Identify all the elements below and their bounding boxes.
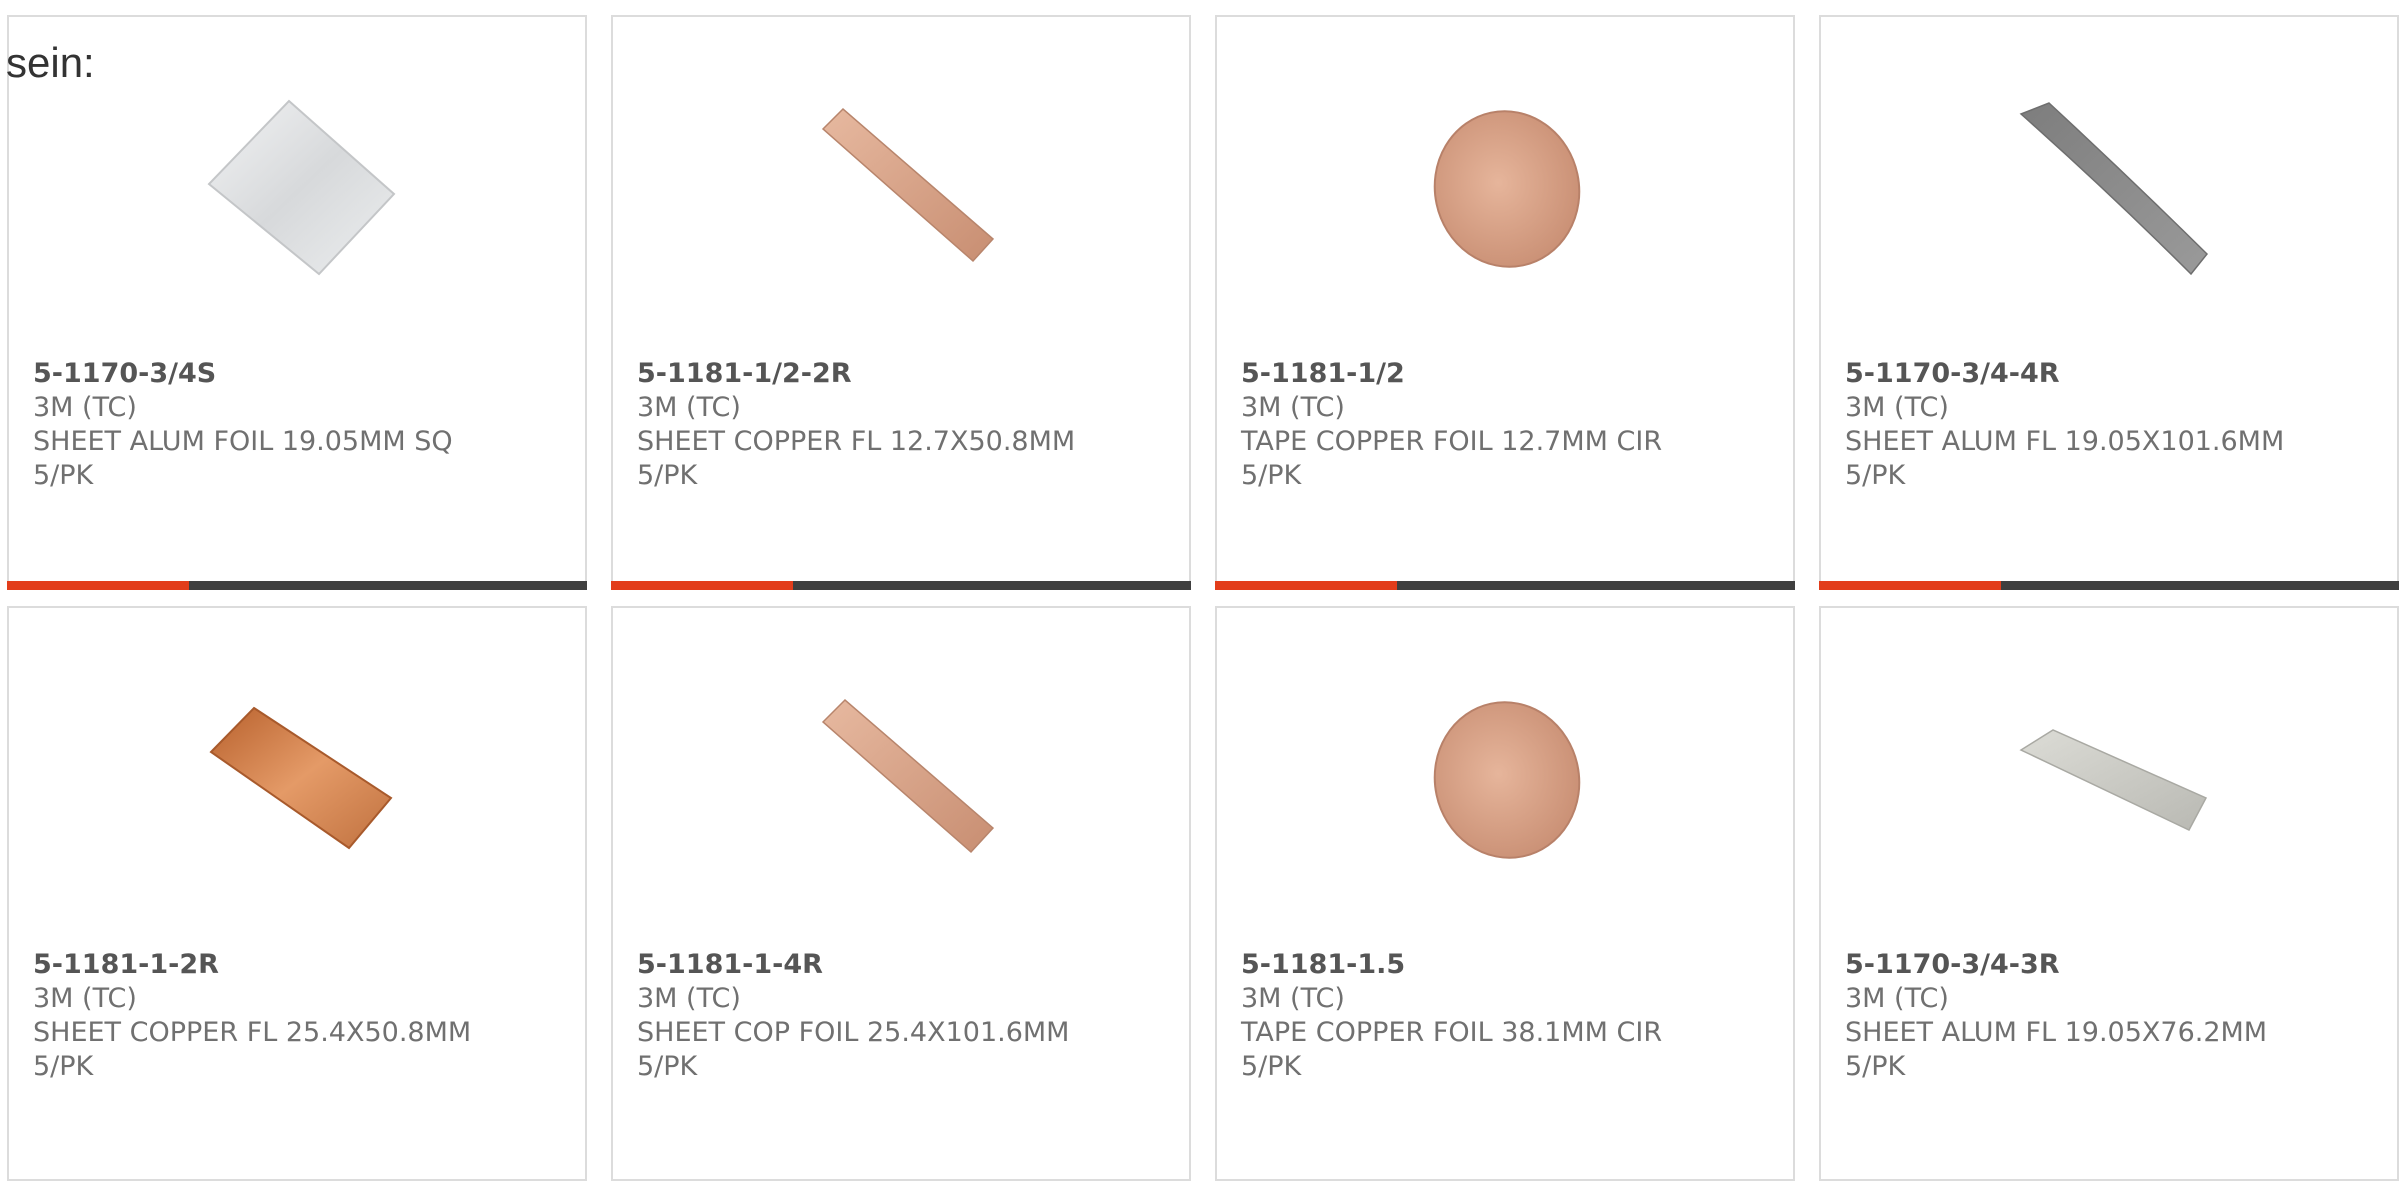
packaging: 5/PK <box>33 1051 94 1082</box>
product-card[interactable]: 5-1181-1-2R 3M (TC) SHEET COPPER FL 25.4… <box>7 606 587 1181</box>
description: TAPE COPPER FOIL 38.1MM CIR <box>1241 1017 1663 1048</box>
description: SHEET COPPER FL 25.4X50.8MM <box>33 1017 472 1048</box>
aluminum-strip-icon <box>2011 680 2211 880</box>
brand: 3M (TC) <box>1241 392 1345 423</box>
copper-rect-sheet-icon <box>199 680 399 880</box>
product-card[interactable]: 5-1181-1/2-2R 3M (TC) SHEET COPPER FL 12… <box>611 15 1191 590</box>
aluminum-square-sheet-icon <box>199 89 399 289</box>
product-card[interactable]: 5-1181-1/2 3M (TC) TAPE COPPER FOIL 12.7… <box>1215 15 1795 590</box>
part-number: 5-1181-1-4R <box>637 949 823 980</box>
packaging: 5/PK <box>637 460 698 491</box>
part-number: 5-1170-3/4-4R <box>1845 358 2060 389</box>
product-card[interactable]: 5-1181-1-4R 3M (TC) SHEET COP FOIL 25.4X… <box>611 606 1191 1181</box>
part-number: 5-1181-1/2-2R <box>637 358 852 389</box>
description: SHEET COPPER FL 12.7X50.8MM <box>637 426 1076 457</box>
product-grid: 5-1170-3/4S 3M (TC) SHEET ALUM FOIL 19.0… <box>0 0 2400 1181</box>
brand: 3M (TC) <box>1845 392 1949 423</box>
description: SHEET ALUM FOIL 19.05MM SQ <box>33 426 453 457</box>
description: SHEET ALUM FL 19.05X76.2MM <box>1845 1017 2268 1048</box>
copper-strip-icon <box>803 89 1003 289</box>
packaging: 5/PK <box>1845 460 1906 491</box>
card-footer-bar <box>7 581 587 590</box>
brand: 3M (TC) <box>637 983 741 1014</box>
aluminum-strip-icon <box>2011 89 2211 289</box>
packaging: 5/PK <box>33 460 94 491</box>
part-number: 5-1181-1-2R <box>33 949 219 980</box>
part-number: 5-1181-1.5 <box>1241 949 1406 980</box>
copper-disc-icon <box>1407 680 1607 880</box>
product-card[interactable]: 5-1170-3/4-3R 3M (TC) SHEET ALUM FL 19.0… <box>1819 606 2399 1181</box>
description: SHEET ALUM FL 19.05X101.6MM <box>1845 426 2285 457</box>
intro-text: sein: <box>6 39 95 86</box>
part-number: 5-1181-1/2 <box>1241 358 1405 389</box>
part-number: 5-1170-3/4S <box>33 358 217 389</box>
part-number: 5-1170-3/4-3R <box>1845 949 2060 980</box>
card-footer-bar <box>1215 581 1795 590</box>
packaging: 5/PK <box>1845 1051 1906 1082</box>
card-footer-bar <box>611 581 1191 590</box>
description: TAPE COPPER FOIL 12.7MM CIR <box>1241 426 1663 457</box>
packaging: 5/PK <box>637 1051 698 1082</box>
brand: 3M (TC) <box>1845 983 1949 1014</box>
copper-disc-icon <box>1407 89 1607 289</box>
product-card[interactable]: 5-1170-3/4-4R 3M (TC) SHEET ALUM FL 19.0… <box>1819 15 2399 590</box>
description: SHEET COP FOIL 25.4X101.6MM <box>637 1017 1070 1048</box>
brand: 3M (TC) <box>637 392 741 423</box>
product-card[interactable]: 5-1170-3/4S 3M (TC) SHEET ALUM FOIL 19.0… <box>7 15 587 590</box>
brand: 3M (TC) <box>33 392 137 423</box>
packaging: 5/PK <box>1241 1051 1302 1082</box>
brand: 3M (TC) <box>33 983 137 1014</box>
card-footer-bar <box>1819 581 2399 590</box>
copper-strip-icon <box>803 680 1003 880</box>
brand: 3M (TC) <box>1241 983 1345 1014</box>
packaging: 5/PK <box>1241 460 1302 491</box>
product-card[interactable]: 5-1181-1.5 3M (TC) TAPE COPPER FOIL 38.1… <box>1215 606 1795 1181</box>
